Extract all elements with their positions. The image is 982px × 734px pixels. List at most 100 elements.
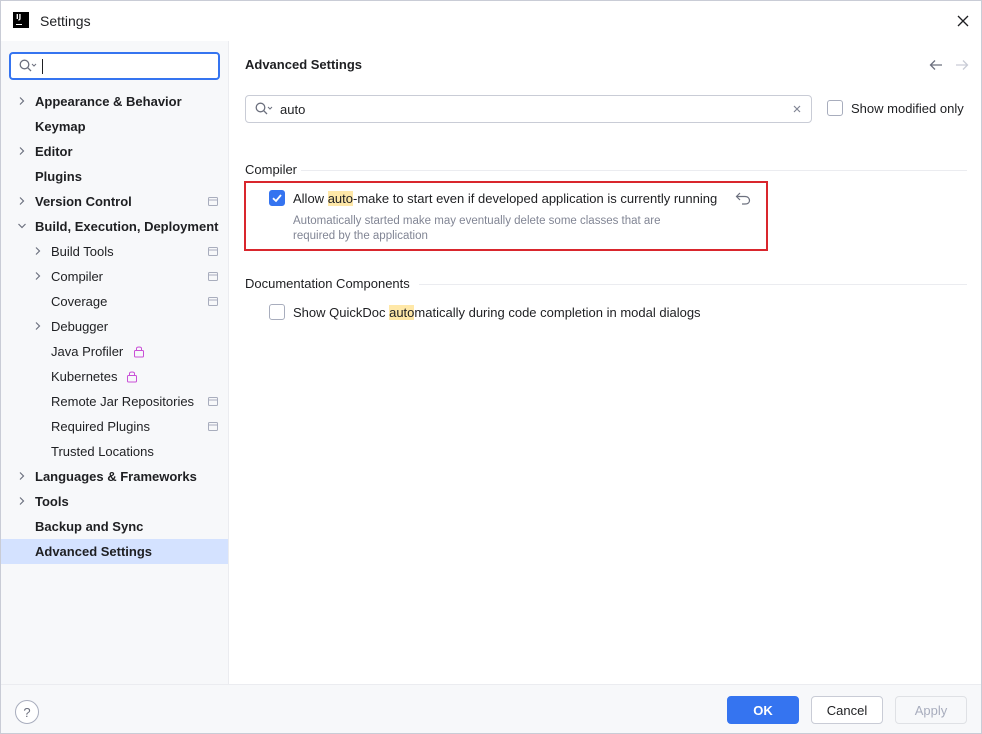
window-title: Settings [40, 13, 91, 29]
sidebar-item-plugins[interactable]: Plugins [1, 164, 228, 189]
settings-filter-field[interactable] [245, 95, 812, 123]
sidebar-item-label: Coverage [51, 294, 108, 309]
show-modified-only-label: Show modified only [851, 100, 964, 116]
sidebar-item-label: Compiler [51, 269, 104, 284]
close-icon [957, 15, 969, 27]
chevron-down-icon[interactable] [17, 221, 27, 231]
section-header-compiler: Compiler [245, 162, 298, 177]
project-level-icon [208, 297, 218, 306]
settings-filter-input[interactable] [278, 100, 778, 118]
help-icon: ? [23, 704, 31, 720]
apply-button[interactable]: Apply [895, 696, 967, 724]
sidebar-item-label: Debugger [51, 319, 109, 334]
chevron-right-icon[interactable] [17, 146, 27, 156]
checkbox-box[interactable] [827, 100, 843, 116]
sidebar-item-keymap[interactable]: Keymap [1, 114, 228, 139]
advanced-settings-panel: Advanced Settings Show modified only Com… [229, 41, 981, 684]
show-modified-only-checkbox[interactable]: Show modified only [827, 99, 964, 117]
lock-icon [127, 371, 137, 383]
sidebar-item-coverage[interactable]: Coverage [1, 289, 228, 314]
sidebar-item-build-tools[interactable]: Build Tools [1, 239, 228, 264]
sidebar-item-trusted-locations[interactable]: Trusted Locations [1, 439, 228, 464]
show-quickdoc-label: Show QuickDoc automatically during code … [293, 304, 701, 320]
sidebar-item-remote-jar-repositories[interactable]: Remote Jar Repositories [1, 389, 228, 414]
search-match-highlight: auto [389, 304, 415, 320]
project-level-icon [208, 272, 218, 281]
settings-search-input[interactable] [39, 57, 214, 75]
sidebar-item-appearance-behavior[interactable]: Appearance & Behavior [1, 89, 228, 114]
sidebar-item-label: Build, Execution, Deployment [35, 219, 219, 234]
sidebar-item-label: Tools [35, 494, 69, 509]
settings-window: IJ Settings Appearance & Behavior Keymap E… [0, 0, 982, 734]
sidebar-item-label: Keymap [35, 119, 86, 134]
allow-auto-make-label: Allow auto-make to start even if develop… [293, 190, 718, 206]
allow-auto-make-description-line2: required by the application [293, 230, 428, 242]
lock-icon [134, 346, 144, 358]
clear-icon[interactable] [792, 104, 802, 114]
sidebar-item-backup-and-sync[interactable]: Backup and Sync [1, 514, 228, 539]
chevron-right-icon[interactable] [33, 246, 43, 256]
sidebar-item-compiler[interactable]: Compiler [1, 264, 228, 289]
chevron-right-icon[interactable] [33, 271, 43, 281]
intellij-logo-icon: IJ [13, 12, 29, 28]
allow-auto-make-checkbox[interactable] [269, 190, 285, 206]
text-caret [42, 59, 43, 74]
help-button[interactable]: ? [15, 700, 39, 724]
sidebar-item-languages-frameworks[interactable]: Languages & Frameworks [1, 464, 228, 489]
chevron-right-icon[interactable] [17, 196, 27, 206]
sidebar-item-label: Languages & Frameworks [35, 469, 197, 484]
sidebar-item-label: Required Plugins [51, 419, 151, 434]
sidebar-item-java-profiler[interactable]: Java Profiler [1, 339, 228, 364]
chevron-right-icon[interactable] [33, 321, 43, 331]
sidebar-item-label: Version Control [35, 194, 132, 209]
sidebar-item-build-execution-deployment[interactable]: Build, Execution, Deployment [1, 214, 228, 239]
search-icon [19, 59, 37, 72]
project-level-icon [208, 397, 218, 406]
title-bar: IJ Settings [1, 1, 981, 41]
sidebar-item-label: Editor [35, 144, 73, 159]
section-separator [301, 170, 967, 171]
sidebar-item-label: Remote Jar Repositories [51, 394, 195, 409]
sidebar-item-advanced-settings[interactable]: Advanced Settings [1, 539, 228, 564]
sidebar-item-label: Plugins [35, 169, 82, 184]
checkmark-icon [272, 194, 282, 203]
page-title: Advanced Settings [245, 57, 363, 72]
sidebar-item-label: Advanced Settings [35, 544, 153, 559]
project-level-icon [208, 422, 218, 431]
search-match-highlight: auto [327, 190, 353, 206]
search-icon [255, 102, 273, 115]
forward-arrow-icon[interactable] [955, 59, 969, 71]
sidebar-item-label: Kubernetes [51, 369, 118, 384]
dialog-footer: ? OK Cancel Apply [1, 684, 981, 733]
allow-auto-make-option[interactable]: Allow auto-make to start even if develop… [269, 190, 717, 206]
sidebar-item-label: Appearance & Behavior [35, 94, 182, 109]
show-quickdoc-checkbox[interactable] [269, 304, 285, 320]
close-button[interactable] [951, 9, 975, 33]
back-arrow-icon[interactable] [929, 59, 943, 71]
ok-button[interactable]: OK [727, 696, 799, 724]
sidebar-item-label: Backup and Sync [35, 519, 144, 534]
sidebar-item-debugger[interactable]: Debugger [1, 314, 228, 339]
settings-tree: Appearance & Behavior Keymap Editor Plugins… [1, 89, 228, 564]
sidebar-item-editor[interactable]: Editor [1, 139, 228, 164]
allow-auto-make-description-line1: Automatically started make may eventuall… [293, 215, 661, 227]
settings-search-field[interactable] [9, 52, 220, 80]
revert-to-default-icon[interactable] [735, 191, 751, 205]
section-separator [419, 284, 967, 285]
section-header-documentation-components: Documentation Components [245, 276, 410, 291]
cancel-button[interactable]: Cancel [811, 696, 883, 724]
show-quickdoc-option[interactable]: Show QuickDoc automatically during code … [269, 304, 701, 320]
sidebar-item-label: Trusted Locations [51, 444, 154, 459]
sidebar-item-kubernetes[interactable]: Kubernetes [1, 364, 228, 389]
sidebar-item-version-control[interactable]: Version Control [1, 189, 228, 214]
chevron-right-icon[interactable] [17, 471, 27, 481]
chevron-right-icon[interactable] [17, 96, 27, 106]
project-level-icon [208, 197, 218, 206]
sidebar-item-required-plugins[interactable]: Required Plugins [1, 414, 228, 439]
sidebar-item-tools[interactable]: Tools [1, 489, 228, 514]
settings-sidebar: Appearance & Behavior Keymap Editor Plugins… [1, 41, 229, 684]
sidebar-item-label: Build Tools [51, 244, 114, 259]
sidebar-item-label: Java Profiler [51, 344, 124, 359]
project-level-icon [208, 247, 218, 256]
chevron-right-icon[interactable] [17, 496, 27, 506]
